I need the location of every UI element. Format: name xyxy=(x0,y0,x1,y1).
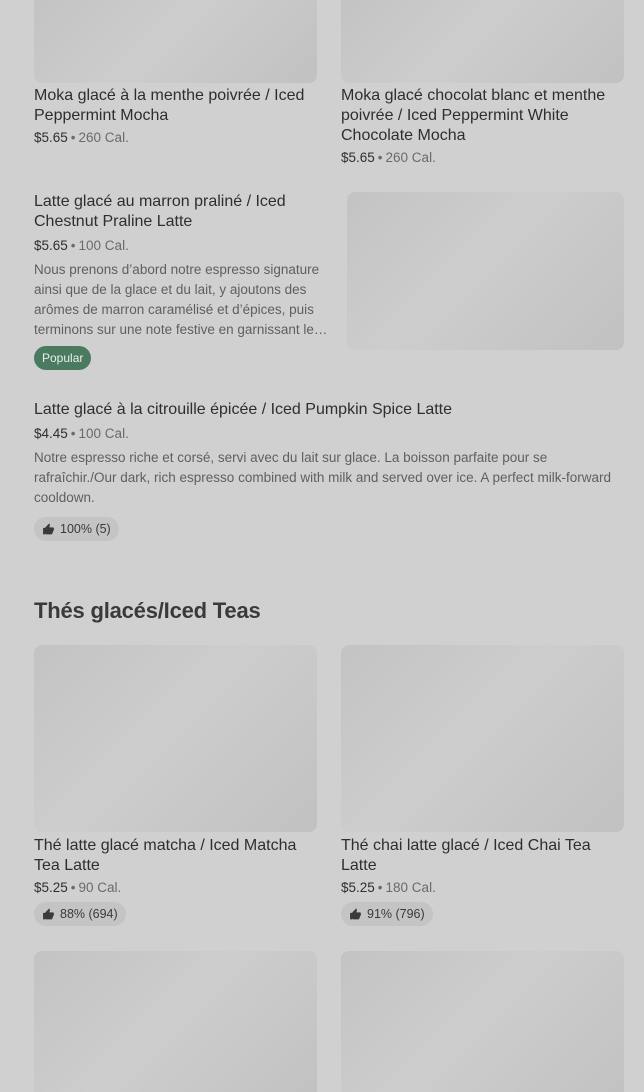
item-image-next-right[interactable] xyxy=(341,951,624,1092)
rating-pill: 100% (5) xyxy=(34,517,119,541)
meta-separator: • xyxy=(70,130,76,145)
item-calories: 100 Cal. xyxy=(78,426,129,441)
item-calories: 260 Cal. xyxy=(385,150,436,165)
thumbs-up-icon xyxy=(42,908,55,921)
item-price: $5.65 xyxy=(341,150,375,165)
item-image-iced-matcha-tea-latte[interactable] xyxy=(34,645,317,832)
item-calories: 90 Cal. xyxy=(78,880,122,895)
menu-card-iced-matcha-tea-latte[interactable]: Thé latte glacé matcha / Iced Matcha Tea… xyxy=(34,836,317,926)
menu-card-iced-peppermint-mocha[interactable]: Moka glacé à la menthe poivrée / Iced Pe… xyxy=(34,86,317,147)
item-meta: $5.25 • 180 Cal. xyxy=(341,879,624,897)
item-title: Moka glacé à la menthe poivrée / Iced Pe… xyxy=(34,87,305,124)
item-calories: 100 Cal. xyxy=(78,238,129,253)
item-image-iced-peppermint-white-chocolate-mocha[interactable] xyxy=(341,0,624,83)
meta-separator: • xyxy=(377,880,383,895)
item-price: $5.65 xyxy=(34,238,68,253)
item-image-next-left[interactable] xyxy=(34,951,317,1092)
item-price: $5.25 xyxy=(34,880,68,895)
item-calories: 260 Cal. xyxy=(78,130,129,145)
rating-pill: 91% (796) xyxy=(341,902,433,926)
item-title: Latte glacé au marron praliné / Iced Che… xyxy=(34,193,286,230)
menu-card-iced-pumpkin-spice-latte[interactable]: Latte glacé à la citrouille épicée / Ice… xyxy=(34,400,624,541)
thumbs-up-icon xyxy=(42,523,55,536)
item-meta: $5.65 • 260 Cal. xyxy=(341,149,624,167)
menu-card-iced-chestnut-praline-latte[interactable]: Latte glacé au marron praliné / Iced Che… xyxy=(34,192,336,370)
item-image-iced-chestnut-praline-latte[interactable] xyxy=(347,192,624,350)
meta-separator: • xyxy=(70,238,76,253)
item-description: Nous prenons d’abord notre espresso sign… xyxy=(34,262,320,337)
item-meta: $5.65 • 100 Cal. xyxy=(34,237,336,255)
item-image-iced-chai-tea-latte[interactable] xyxy=(341,645,624,832)
popular-badge: Popular xyxy=(34,346,92,370)
item-title: Moka glacé chocolat blanc et menthe poiv… xyxy=(341,87,606,144)
rating-text: 100% (5) xyxy=(60,522,111,536)
meta-separator: • xyxy=(70,426,76,441)
item-description: Notre espresso riche et corsé, servi ave… xyxy=(34,450,611,505)
item-meta: $5.25 • 90 Cal. xyxy=(34,879,317,897)
rating-text: 88% (694) xyxy=(60,907,118,921)
menu-card-iced-peppermint-white-chocolate-mocha[interactable]: Moka glacé chocolat blanc et menthe poiv… xyxy=(341,86,624,167)
item-price: $5.65 xyxy=(34,130,68,145)
item-image-iced-peppermint-mocha[interactable] xyxy=(34,0,317,83)
item-calories: 180 Cal. xyxy=(385,880,436,895)
item-price: $4.45 xyxy=(34,426,68,441)
section-title-iced-teas: Thés glacés/Iced Teas xyxy=(34,598,261,623)
meta-separator: • xyxy=(70,880,76,895)
menu-page: Moka glacé à la menthe poivrée / Iced Pe… xyxy=(0,0,644,1092)
item-title: Latte glacé à la citrouille épicée / Ice… xyxy=(34,401,453,418)
menu-card-iced-chai-tea-latte[interactable]: Thé chai latte glacé / Iced Chai Tea Lat… xyxy=(341,836,624,926)
thumbs-up-icon xyxy=(349,908,362,921)
item-title: Thé chai latte glacé / Iced Chai Tea Lat… xyxy=(341,837,591,874)
item-meta: $4.45 • 100 Cal. xyxy=(34,425,624,443)
meta-separator: • xyxy=(377,150,383,165)
item-title: Thé latte glacé matcha / Iced Matcha Tea… xyxy=(34,837,297,874)
item-price: $5.25 xyxy=(341,880,375,895)
item-meta: $5.65 • 260 Cal. xyxy=(34,129,317,147)
rating-pill: 88% (694) xyxy=(34,902,126,926)
rating-text: 91% (796) xyxy=(367,907,425,921)
